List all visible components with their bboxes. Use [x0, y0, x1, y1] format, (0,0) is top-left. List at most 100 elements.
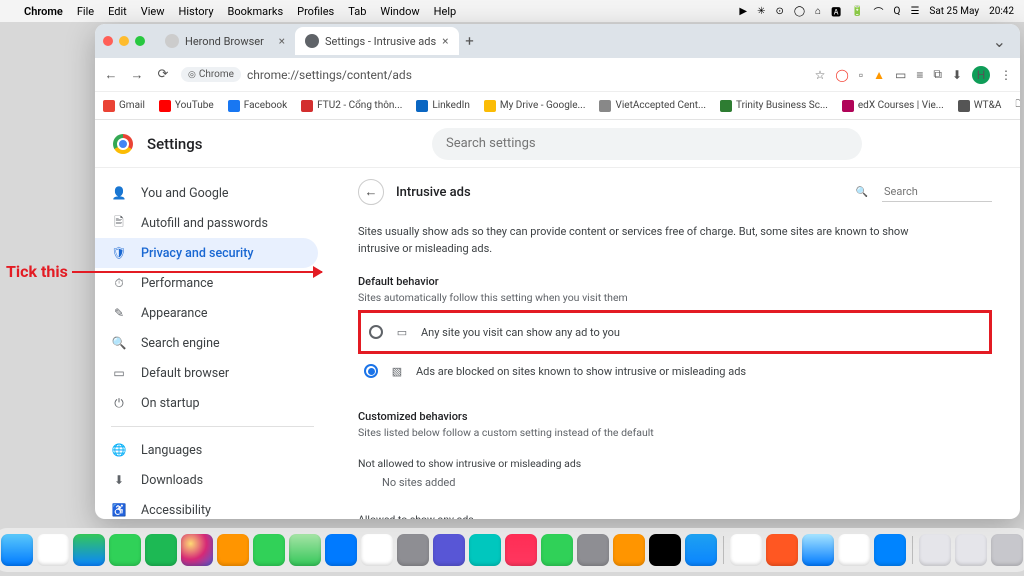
sidebar-item-downloads[interactable]: ⬇Downloads — [95, 465, 318, 495]
dock-app-icon[interactable] — [730, 534, 762, 566]
status-icon[interactable]: 🅰 — [831, 4, 841, 19]
dock-app-icon[interactable] — [955, 534, 987, 566]
close-tab-icon[interactable]: × — [442, 34, 448, 48]
sidebar-item-default-browser[interactable]: ▭Default browser — [95, 358, 318, 388]
dock-trash-icon[interactable] — [991, 534, 1023, 566]
close-window-button[interactable] — [103, 36, 113, 46]
dock-app-icon[interactable] — [766, 534, 798, 566]
dock-app-icon[interactable] — [73, 534, 105, 566]
dock-app-icon[interactable] — [919, 534, 951, 566]
page-search-input[interactable] — [882, 182, 992, 202]
dock-app-icon[interactable] — [469, 534, 501, 566]
dock-app-icon[interactable] — [541, 534, 573, 566]
minimize-window-button[interactable] — [119, 36, 129, 46]
dock-app-icon[interactable] — [397, 534, 429, 566]
status-icon[interactable]: ⊙ — [775, 6, 783, 17]
dock-app-icon[interactable] — [874, 534, 906, 566]
dock-app-icon[interactable] — [505, 534, 537, 566]
dock-app-icon[interactable] — [1, 534, 33, 566]
back-button[interactable]: ← — [358, 179, 384, 205]
menu-help[interactable]: Help — [434, 5, 457, 18]
forward-button[interactable]: → — [129, 67, 145, 83]
dock-app-icon[interactable] — [838, 534, 870, 566]
option-allow-any-ad[interactable]: ▭ Any site you visit can show any ad to … — [363, 315, 987, 349]
all-bookmarks-button[interactable]: 🗀All Bookmarks — [1015, 95, 1020, 117]
menu-window[interactable]: Window — [380, 5, 419, 18]
bookmark-edx[interactable]: edX Courses | Vie... — [842, 100, 944, 112]
menu-history[interactable]: History — [179, 5, 214, 18]
dock-app-icon[interactable] — [109, 534, 141, 566]
reload-button[interactable]: ⟳ — [155, 67, 171, 82]
menu-icon[interactable]: ⋮ — [1000, 68, 1012, 82]
menubar-date[interactable]: Sat 25 May — [929, 6, 979, 17]
tabs-dropdown-icon[interactable]: ⌄ — [987, 32, 1012, 51]
bookmark-gmail[interactable]: Gmail — [103, 100, 145, 112]
menubar-time[interactable]: 20:42 — [989, 6, 1014, 17]
status-icon[interactable]: ▶ — [739, 6, 747, 17]
radio-checked-icon[interactable] — [364, 364, 378, 378]
menu-file[interactable]: File — [77, 5, 94, 18]
menu-edit[interactable]: Edit — [108, 5, 127, 18]
extension-icon[interactable]: ≡ — [916, 68, 923, 82]
status-icon[interactable]: ✳ — [757, 6, 765, 17]
new-tab-button[interactable]: + — [459, 32, 481, 50]
maximize-window-button[interactable] — [135, 36, 145, 46]
dock-app-icon[interactable] — [325, 534, 357, 566]
extension-icon[interactable]: ▫ — [859, 68, 863, 82]
dock-app-icon[interactable] — [613, 534, 645, 566]
dock-app-icon[interactable] — [685, 534, 717, 566]
dock-app-icon[interactable] — [361, 534, 393, 566]
sidebar-item-startup[interactable]: ⏻On startup — [95, 388, 318, 418]
dock-app-icon[interactable] — [37, 534, 69, 566]
dock-app-icon[interactable] — [253, 534, 285, 566]
spotlight-icon[interactable]: Q — [894, 6, 901, 17]
search-settings-input[interactable] — [432, 128, 862, 160]
dock-app-icon[interactable] — [145, 534, 177, 566]
tab-herond[interactable]: Herond Browser × — [155, 27, 295, 55]
extension-icon[interactable]: ▭ — [895, 68, 906, 82]
bookmark-drive[interactable]: My Drive - Google... — [484, 100, 586, 112]
wifi-icon[interactable]: ⌒ — [874, 4, 884, 19]
bookmark-vietaccepted[interactable]: VietAccepted Cent... — [599, 100, 706, 112]
sidebar-item-languages[interactable]: 🌐Languages — [95, 435, 318, 465]
bookmark-facebook[interactable]: Facebook — [228, 100, 287, 112]
menu-profiles[interactable]: Profiles — [297, 5, 334, 18]
dock-app-icon[interactable] — [649, 534, 681, 566]
close-tab-icon[interactable]: × — [279, 34, 285, 48]
dock-app-icon[interactable] — [217, 534, 249, 566]
dock-app-icon[interactable] — [289, 534, 321, 566]
sidebar-item-autofill[interactable]: 🖹Autofill and passwords — [95, 208, 318, 238]
sidebar-item-accessibility[interactable]: ♿Accessibility — [95, 495, 318, 519]
menu-bookmarks[interactable]: Bookmarks — [228, 5, 284, 18]
tab-settings[interactable]: Settings - Intrusive ads × — [295, 27, 459, 55]
dock-app-icon[interactable] — [433, 534, 465, 566]
sidebar-item-search-engine[interactable]: 🔍Search engine — [95, 328, 318, 358]
sidebar-item-appearance[interactable]: ✎Appearance — [95, 298, 318, 328]
radio-unchecked-icon[interactable] — [369, 325, 383, 339]
bookmark-wta[interactable]: WT&A — [958, 100, 1002, 112]
control-center-icon[interactable]: ☰ — [910, 6, 919, 17]
battery-icon[interactable]: 🔋 — [851, 6, 863, 17]
back-button[interactable]: ← — [103, 67, 119, 83]
profile-avatar[interactable]: H — [972, 66, 990, 84]
bookmark-trinity[interactable]: Trinity Business Sc... — [720, 100, 828, 112]
menu-tab[interactable]: Tab — [348, 5, 366, 18]
extension-icon[interactable]: ▲ — [873, 68, 885, 82]
download-icon[interactable]: ⬇ — [952, 68, 962, 82]
bookmark-youtube[interactable]: YouTube — [159, 100, 214, 112]
status-icon[interactable]: ⌂ — [815, 6, 821, 17]
menu-view[interactable]: View — [141, 5, 165, 18]
extension-icon[interactable]: ◯ — [835, 68, 848, 82]
bookmark-linkedin[interactable]: LinkedIn — [416, 100, 470, 112]
sidebar-item-you-and-google[interactable]: 👤You and Google — [95, 178, 318, 208]
star-icon[interactable]: ☆ — [815, 68, 826, 82]
dock-app-icon[interactable] — [577, 534, 609, 566]
status-icon[interactable]: ◯ — [794, 6, 805, 17]
omnibox[interactable]: Chrome chrome://settings/content/ads — [181, 67, 805, 82]
menubar-app[interactable]: Chrome — [24, 5, 63, 18]
dock-app-icon[interactable] — [802, 534, 834, 566]
bookmark-ftu2[interactable]: FTU2 - Cổng thôn... — [301, 100, 402, 112]
extensions-icon[interactable]: ⧉ — [933, 67, 942, 82]
option-block-intrusive[interactable]: ▧ Ads are blocked on sites known to show… — [358, 354, 992, 388]
dock-app-icon[interactable] — [181, 534, 213, 566]
